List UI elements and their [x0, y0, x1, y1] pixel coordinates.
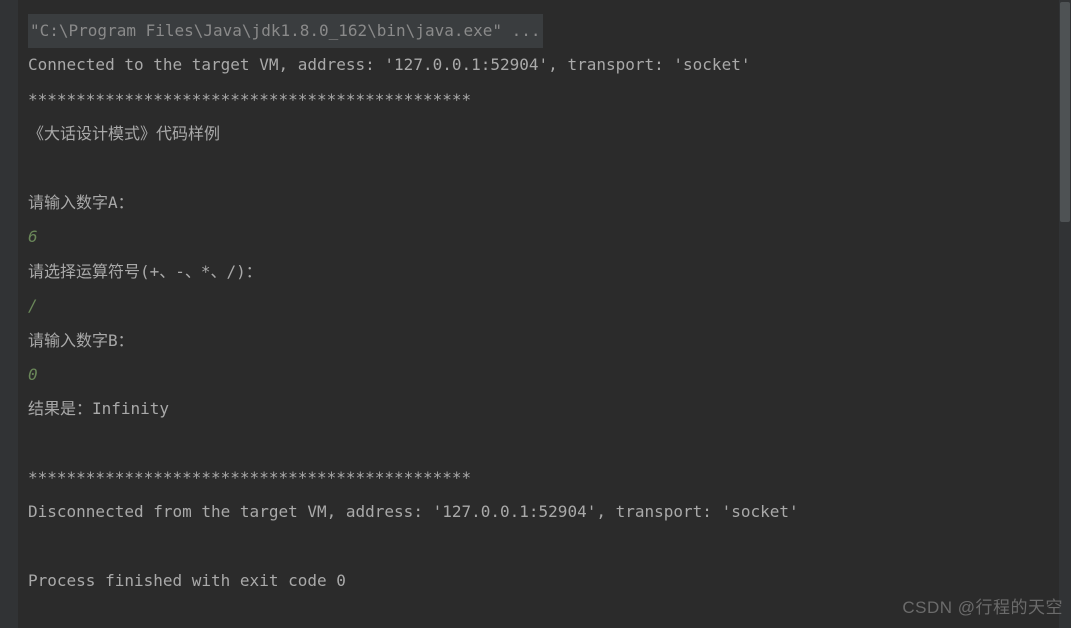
scrollbar-thumb[interactable] [1060, 2, 1070, 222]
disconnected-message: Disconnected from the target VM, address… [28, 495, 1071, 529]
user-input-b: 0 [28, 358, 1071, 392]
blank-line [28, 152, 1071, 186]
blank-line [28, 427, 1071, 461]
watermark-text: CSDN @行程的天空 [902, 593, 1063, 618]
user-input-a: 6 [28, 220, 1071, 254]
highlighted-command: "C:\Program Files\Java\jdk1.8.0_162\bin\… [28, 14, 543, 48]
user-input-operator: / [28, 289, 1071, 323]
blank-line [28, 530, 1071, 564]
prompt-number-a: 请输入数字A： [28, 186, 1071, 220]
prompt-number-b: 请输入数字B： [28, 324, 1071, 358]
connected-message: Connected to the target VM, address: '12… [28, 48, 1071, 82]
command-line: "C:\Program Files\Java\jdk1.8.0_162\bin\… [28, 14, 1071, 48]
vertical-scrollbar[interactable] [1059, 0, 1071, 628]
prompt-operator: 请选择运算符号(+、-、*、/)： [28, 255, 1071, 289]
console-output[interactable]: "C:\Program Files\Java\jdk1.8.0_162\bin\… [0, 0, 1071, 599]
separator-line: ****************************************… [28, 461, 1071, 495]
result-line: 结果是：Infinity [28, 392, 1071, 426]
program-title: 《大话设计模式》代码样例 [28, 117, 1071, 151]
separator-line: ****************************************… [28, 83, 1071, 117]
